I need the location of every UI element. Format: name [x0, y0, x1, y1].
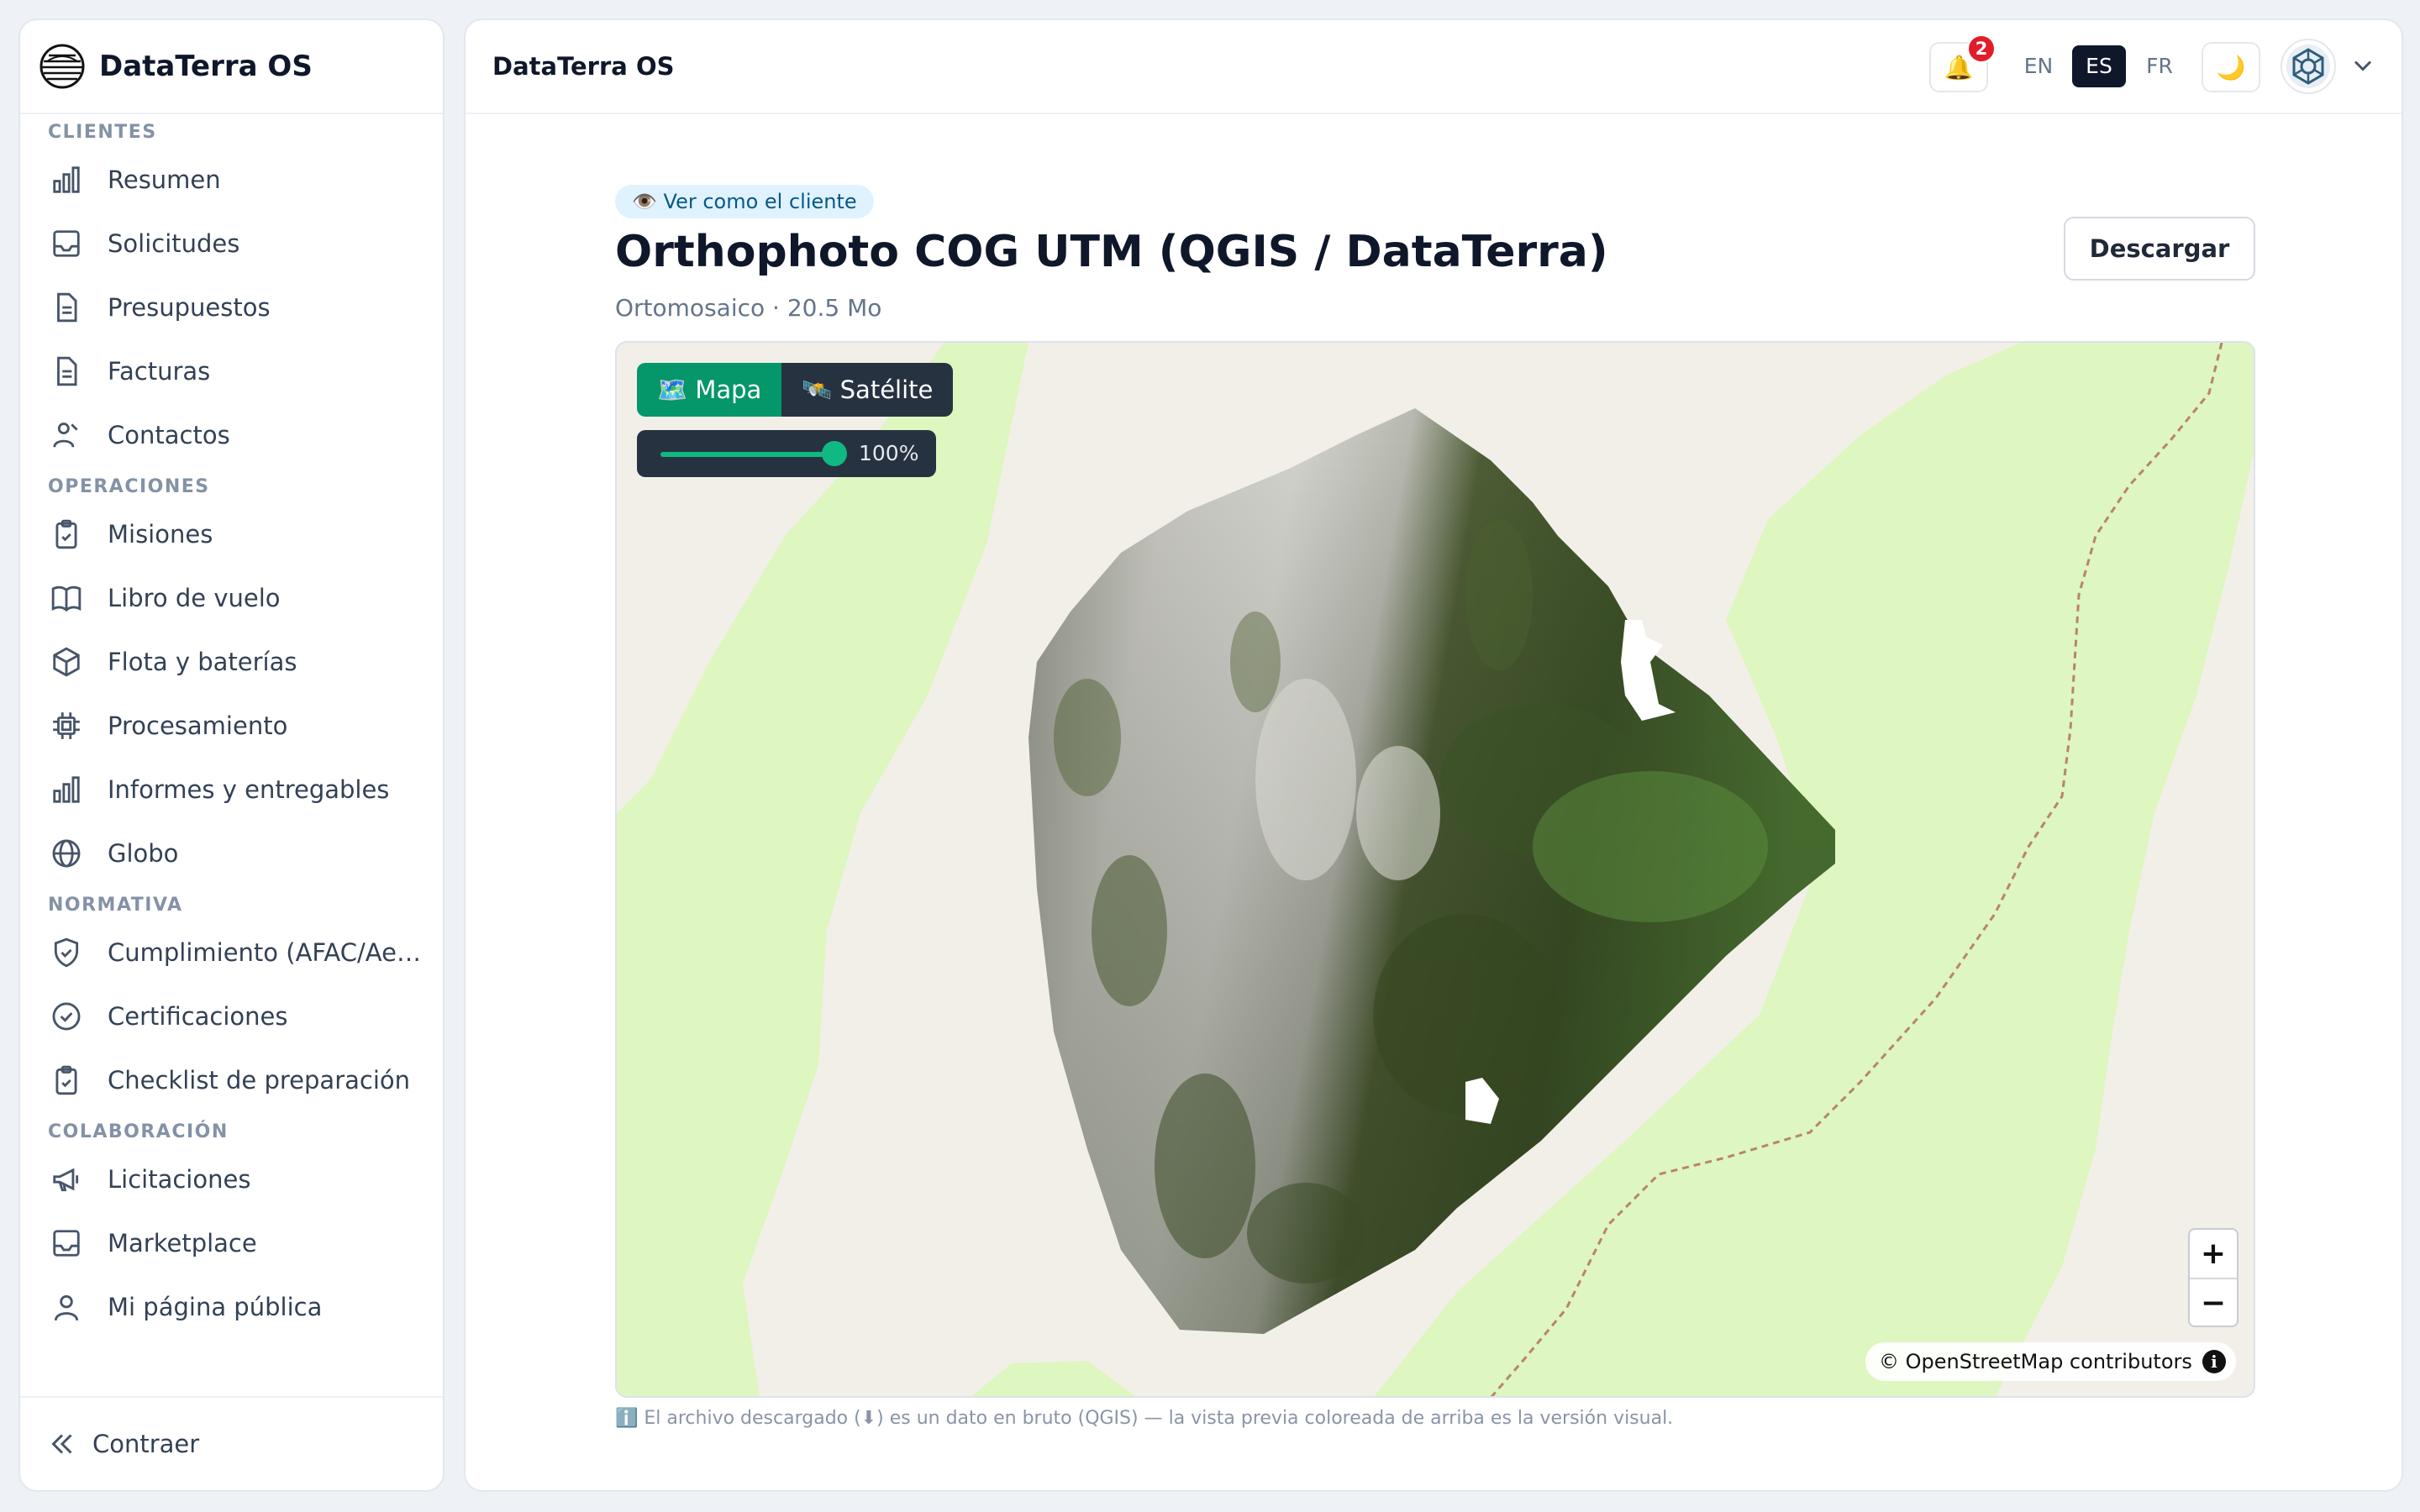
sidebar-item-label: Cumplimiento (AFAC/Aer...	[108, 938, 427, 967]
sidebar-item-licitaciones[interactable]: Licitaciones	[20, 1147, 443, 1211]
opacity-control: 100%	[637, 430, 936, 477]
view-as-client-pill[interactable]: 👁️ Ver como el cliente	[615, 185, 874, 218]
check-circle-icon	[52, 1002, 81, 1031]
contacts-icon	[53, 423, 78, 448]
zoom-out-button[interactable]: −	[2190, 1279, 2237, 1326]
globe-icon	[52, 839, 81, 868]
sidebar-item-label: Marketplace	[108, 1229, 257, 1257]
zoom-control: + −	[2188, 1228, 2238, 1327]
notification-count-badge: 2	[1966, 34, 1996, 64]
document-icon	[57, 356, 77, 386]
sidebar-item-label: Misiones	[108, 520, 213, 549]
attribution-text: © OpenStreetMap contributors	[1879, 1350, 2192, 1373]
user-icon	[54, 1294, 79, 1321]
collapse-sidebar-button[interactable]: Contraer	[20, 1396, 443, 1490]
bar-chart-icon	[53, 166, 80, 193]
map-attribution: © OpenStreetMap contributors i	[1865, 1342, 2236, 1381]
shield-check-icon	[54, 937, 79, 968]
lang-fr-button[interactable]: FR	[2134, 45, 2185, 87]
chevron-down-icon[interactable]	[2348, 50, 2378, 81]
sidebar-item-misiones[interactable]: Misiones	[20, 502, 443, 566]
clipboard-check-icon	[55, 519, 77, 549]
sidebar-item-label: Flota y baterías	[108, 648, 297, 676]
sidebar-item-facturas[interactable]: Facturas	[20, 339, 443, 403]
sidebar-item-libro-de-vuelo[interactable]: Libro de vuelo	[20, 566, 443, 630]
opacity-value: 100%	[859, 441, 919, 465]
cpu-icon	[53, 712, 80, 739]
sidebar-item-label: Solicitudes	[108, 229, 240, 258]
sidebar-item-label: Procesamiento	[108, 711, 288, 740]
sidebar-item-label: Facturas	[108, 357, 211, 386]
sidebar-item-label: Checklist de preparación	[108, 1066, 411, 1095]
sidebar-item-flota[interactable]: Flota y baterías	[20, 630, 443, 694]
sidebar-item-label: Mi página pública	[108, 1293, 323, 1321]
sidebar-item-label: Resumen	[108, 165, 221, 194]
sidebar-item-contactos[interactable]: Contactos	[20, 403, 443, 467]
main-panel: DataTerra OS 🔔 2 EN ES FR 🌙 👁️ Ver como …	[464, 18, 2403, 1492]
section-title-clientes: CLIENTES	[48, 122, 157, 143]
chevrons-left-icon	[51, 1434, 72, 1454]
avatar-logo-icon	[2286, 45, 2330, 88]
map-view[interactable]: 🗺️ Mapa 🛰️ Satélite 100% + − © OpenStree…	[615, 341, 2255, 1398]
sidebar-nav: CLIENTES Resumen Solicitudes Presupuesto…	[20, 114, 443, 1396]
avatar[interactable]	[2281, 39, 2336, 94]
topbar-title: DataTerra OS	[492, 52, 675, 81]
book-icon	[51, 585, 82, 612]
zoom-in-button[interactable]: +	[2190, 1230, 2237, 1278]
info-icon[interactable]: i	[2202, 1350, 2226, 1373]
download-button[interactable]: Descargar	[2064, 217, 2255, 281]
collapse-label: Contraer	[92, 1430, 200, 1458]
sidebar-item-checklist[interactable]: Checklist de preparación	[20, 1048, 443, 1112]
sidebar-item-label: Certificaciones	[108, 1002, 288, 1031]
park-area-left	[617, 343, 1028, 1396]
megaphone-icon	[53, 1168, 79, 1192]
sidebar-item-resumen[interactable]: Resumen	[20, 148, 443, 212]
sidebar-item-label: Licitaciones	[108, 1165, 251, 1194]
sidebar-item-globo[interactable]: Globo	[20, 822, 443, 885]
document-icon	[57, 292, 77, 323]
sidebar-item-mi-pagina-publica[interactable]: Mi página pública	[20, 1275, 443, 1339]
download-footnote: ℹ️ El archivo descargado (⬇) es un dato …	[615, 1408, 1674, 1429]
sidebar: DataTerra OS CLIENTES Resumen Solicitude…	[18, 18, 445, 1492]
map-mode-toggle: 🗺️ Mapa 🛰️ Satélite	[637, 363, 954, 417]
section-title-colaboracion: COLABORACIÓN	[48, 1121, 229, 1142]
satellite-mode-button[interactable]: 🛰️ Satélite	[781, 363, 954, 417]
sidebar-item-certificaciones[interactable]: Certificaciones	[20, 984, 443, 1048]
bar-chart-icon	[53, 776, 80, 803]
cube-icon	[53, 647, 80, 677]
lang-en-button[interactable]: EN	[2013, 45, 2064, 87]
sidebar-item-informes[interactable]: Informes y entregables	[20, 758, 443, 822]
section-title-operaciones: OPERACIONES	[48, 476, 210, 497]
sidebar-item-label: Informes y entregables	[108, 775, 390, 804]
page-title: Orthophoto COG UTM (QGIS / DataTerra)	[615, 227, 1608, 277]
park-area-bottom	[971, 1361, 1136, 1396]
moon-icon: 🌙	[2216, 53, 2246, 81]
sidebar-item-label: Presupuestos	[108, 293, 271, 322]
theme-toggle-button[interactable]: 🌙	[2202, 42, 2260, 92]
topbar: DataTerra OS 🔔 2 EN ES FR 🌙	[466, 20, 2402, 114]
sidebar-item-marketplace[interactable]: Marketplace	[20, 1211, 443, 1275]
map-canvas[interactable]	[617, 343, 2255, 1398]
brand-name: DataTerra OS	[99, 50, 313, 83]
clipboard-check-icon	[55, 1065, 77, 1095]
sidebar-item-procesamiento[interactable]: Procesamiento	[20, 694, 443, 758]
inbox-icon	[53, 230, 80, 257]
opacity-slider-handle[interactable]	[822, 441, 847, 466]
globe-logo-icon	[39, 44, 85, 89]
sidebar-item-label: Libro de vuelo	[108, 584, 281, 612]
page-subtitle: Ortomosaico · 20.5 Mo	[615, 294, 882, 322]
lang-es-button[interactable]: ES	[2072, 45, 2126, 87]
map-mode-button[interactable]: 🗺️ Mapa	[637, 363, 782, 417]
sidebar-item-presupuestos[interactable]: Presupuestos	[20, 276, 443, 339]
section-title-normativa: NORMATIVA	[48, 895, 183, 916]
sidebar-item-label: Contactos	[108, 421, 230, 449]
sidebar-item-cumplimiento[interactable]: Cumplimiento (AFAC/Aer...	[20, 921, 443, 984]
brand[interactable]: DataTerra OS	[20, 20, 443, 114]
sidebar-item-solicitudes[interactable]: Solicitudes	[20, 212, 443, 276]
opacity-slider-track[interactable]	[660, 452, 837, 457]
sidebar-item-label: Globo	[108, 839, 179, 868]
inbox-icon	[53, 1230, 80, 1257]
